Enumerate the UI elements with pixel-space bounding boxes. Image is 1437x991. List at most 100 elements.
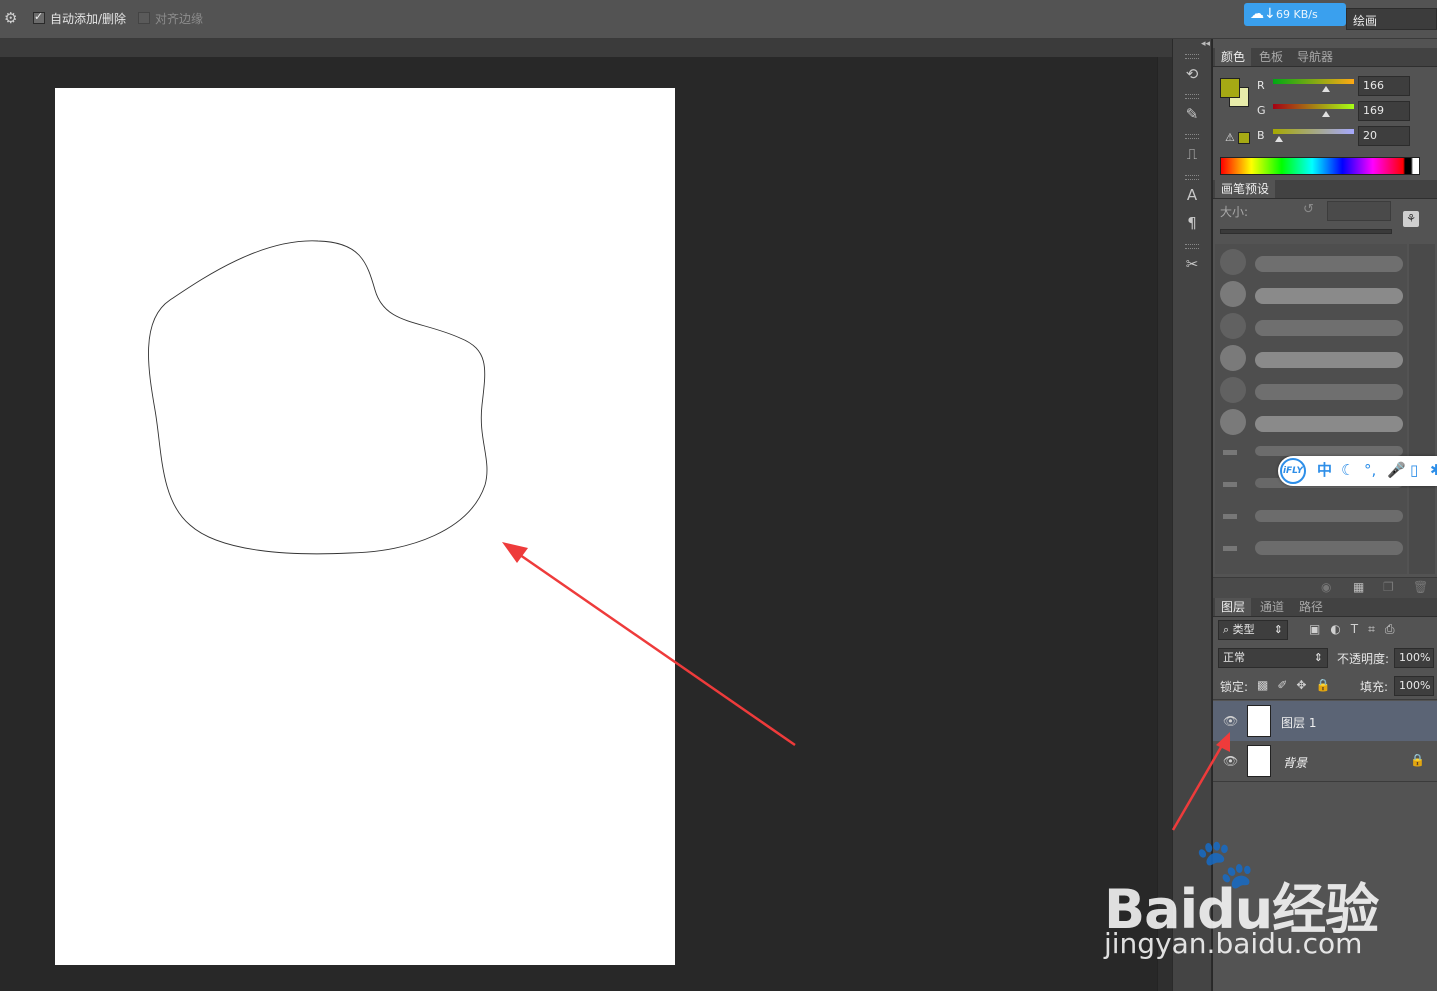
brush-preset[interactable] <box>1223 482 1237 487</box>
brush-preset[interactable] <box>1220 249 1246 275</box>
download-speed-value: 69 KB/s <box>1276 8 1318 21</box>
opacity-input[interactable]: 100% <box>1394 648 1434 668</box>
brush-preset[interactable] <box>1220 313 1246 339</box>
channel-label-g: G <box>1257 104 1266 117</box>
brush-size-field[interactable] <box>1327 201 1391 221</box>
moon-icon[interactable]: ☾ <box>1341 461 1354 479</box>
settings-icon[interactable]: ✱ <box>1430 461 1437 479</box>
slider-g[interactable] <box>1273 104 1354 109</box>
character-icon[interactable]: A <box>1173 182 1211 208</box>
layer-name[interactable]: 图层 1 <box>1281 714 1316 731</box>
tab-brush-presets[interactable]: 画笔预设 <box>1215 180 1276 198</box>
annotation-arrow-layers <box>1171 741 1226 831</box>
workspace-switcher[interactable]: 绘画 <box>1346 8 1437 30</box>
gamut-swatch[interactable] <box>1238 132 1250 144</box>
download-speed-widget[interactable]: ☁↓ 69 KB/s <box>1244 3 1346 26</box>
layer-row[interactable]: 👁 背景 🔒 <box>1213 741 1437 782</box>
slider-thumb-b[interactable] <box>1275 136 1284 142</box>
dock-grip[interactable] <box>1185 94 1199 99</box>
slider-b[interactable] <box>1273 129 1354 134</box>
brush-preset[interactable] <box>1220 409 1246 435</box>
brush-preset-list[interactable] <box>1215 244 1407 574</box>
layers-panel-tabs: 图层 通道 路径 <box>1213 598 1437 617</box>
slider-r[interactable] <box>1273 79 1354 84</box>
divider <box>1213 699 1437 700</box>
ifly-input-toolbar[interactable]: iFLY 中 ☾ °, 🎤 ▯ ✱ <box>1278 456 1437 486</box>
slider-thumb-r[interactable] <box>1321 86 1330 92</box>
out-of-gamut-warning-icon[interactable]: ⚠ <box>1225 131 1235 144</box>
brush-stroke-preview <box>1255 416 1403 432</box>
brush-panel-toggle-icon[interactable]: ⚘ <box>1403 211 1419 227</box>
tab-layers[interactable]: 图层 <box>1215 598 1252 616</box>
brush-preset[interactable] <box>1220 377 1246 403</box>
blend-mode-value: 正常 <box>1223 651 1245 664</box>
lock-icons[interactable]: ▩✐✥🔒 <box>1257 678 1339 692</box>
brush-preset[interactable] <box>1223 450 1237 455</box>
brush-preset[interactable] <box>1220 281 1246 307</box>
canvas-overlay <box>148 240 796 747</box>
layer-filter-select[interactable]: ⌕ 类型 ⇕ <box>1218 620 1288 640</box>
pen-path <box>148 240 488 555</box>
tab-navigator[interactable]: 导航器 <box>1291 48 1339 66</box>
brush-stroke-preview <box>1255 541 1403 555</box>
fill-input[interactable]: 100% <box>1394 676 1434 696</box>
channel-input-g[interactable]: 169 <box>1358 101 1410 121</box>
tab-paths[interactable]: 路径 <box>1293 598 1329 616</box>
clone-source-icon[interactable]: ⎍ <box>1173 141 1211 167</box>
annotation-arrowhead-canvas <box>502 542 528 563</box>
trash-icon[interactable]: 🗑 <box>1413 580 1428 594</box>
lock-label: 锁定: <box>1220 680 1249 694</box>
reset-size-icon[interactable]: ↺ <box>1303 202 1314 217</box>
dock-grip[interactable] <box>1185 54 1199 59</box>
dock-grip[interactable] <box>1185 244 1199 249</box>
layer-thumbnail <box>1247 745 1271 777</box>
lock-icon: 🔒 <box>1410 753 1425 767</box>
history-icon[interactable]: ⟲ <box>1173 61 1211 87</box>
tab-color[interactable]: 颜色 <box>1215 48 1252 66</box>
brush-stroke-preview <box>1255 256 1403 272</box>
brush-stroke-preview <box>1255 446 1403 456</box>
foreground-color-swatch[interactable] <box>1220 78 1240 98</box>
layer-row-selected[interactable]: 👁 图层 1 <box>1213 701 1437 742</box>
punctuation-icon[interactable]: °, <box>1364 461 1376 479</box>
new-brush-icon[interactable]: ❐ <box>1383 580 1394 594</box>
brush-preset[interactable] <box>1220 345 1246 371</box>
annotation-arrow-canvas <box>509 546 796 747</box>
ifly-logo[interactable]: iFLY <box>1280 458 1306 484</box>
opacity-label: 不透明度: <box>1337 652 1390 666</box>
blend-mode-select[interactable]: 正常 ⇕ <box>1218 648 1328 668</box>
keyboard-icon[interactable]: ▯ <box>1410 461 1418 479</box>
brush-panel-tabs: 画笔预设 <box>1213 180 1437 199</box>
brush-stroke-preview <box>1255 288 1403 304</box>
color-ramp[interactable] <box>1220 157 1420 175</box>
baidu-watermark: 🐾 Baidu经验 jingyan.baidu.com <box>1100 835 1430 965</box>
toggle-brush-icon[interactable]: ◉ <box>1321 580 1331 594</box>
brush-icon[interactable]: ✎ <box>1173 101 1211 127</box>
brush-stroke-preview <box>1255 510 1403 522</box>
brush-list-scrollbar[interactable] <box>1409 244 1435 574</box>
dock-grip[interactable] <box>1185 175 1199 180</box>
brush-stroke-preview <box>1255 320 1403 336</box>
chevron-updown-icon: ⇕ <box>1273 623 1283 636</box>
grid-view-icon[interactable]: ▦ <box>1353 580 1364 594</box>
brush-preset[interactable] <box>1223 546 1237 551</box>
layers-annotation-overlay <box>1171 732 1230 831</box>
tab-channels[interactable]: 通道 <box>1254 598 1290 616</box>
paragraph-icon[interactable]: ¶ <box>1173 210 1211 236</box>
channel-input-b[interactable]: 20 <box>1358 126 1410 146</box>
brush-size-slider[interactable] <box>1220 229 1392 234</box>
layer-thumbnail <box>1247 705 1271 737</box>
slider-thumb-g[interactable] <box>1322 111 1331 117</box>
brush-size-label: 大小: <box>1220 205 1249 219</box>
brush-preset[interactable] <box>1223 514 1237 519</box>
tool-presets-icon[interactable]: ✂ <box>1173 251 1211 277</box>
dock-grip[interactable] <box>1185 134 1199 139</box>
microphone-icon[interactable]: 🎤 <box>1387 461 1406 479</box>
ifly-mode-toggle[interactable]: 中 <box>1317 461 1332 479</box>
collapse-icon[interactable]: ◂◂ <box>1201 39 1210 49</box>
search-icon: ⌕ <box>1223 623 1230 636</box>
tab-swatches[interactable]: 色板 <box>1253 48 1289 66</box>
channel-input-r[interactable]: 166 <box>1358 76 1410 96</box>
layer-name[interactable]: 背景 <box>1283 754 1307 771</box>
layer-filter-icons[interactable]: ▣◐T⌗⎙ <box>1309 622 1405 637</box>
